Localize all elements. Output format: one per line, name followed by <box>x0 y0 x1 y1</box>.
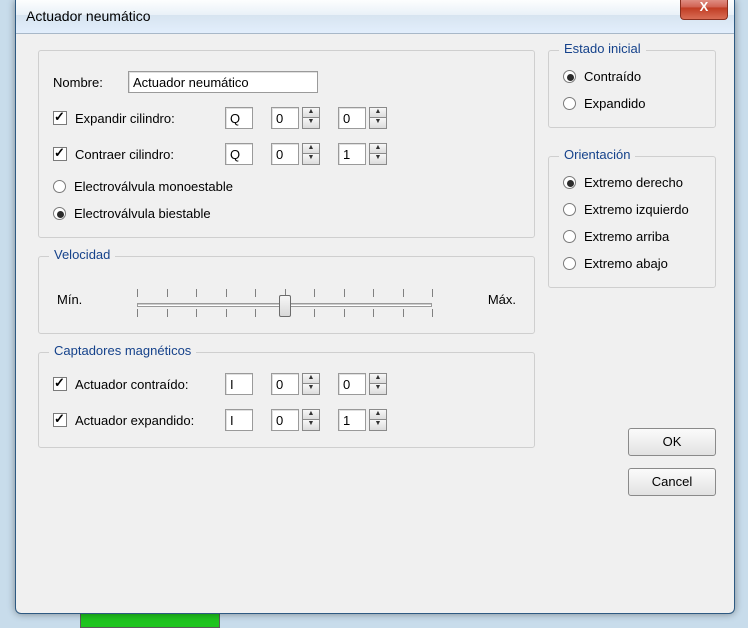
slider-thumb[interactable] <box>279 295 291 317</box>
valve-bi-label: Electroválvula biestable <box>74 206 211 221</box>
slider-tick-bottom <box>255 309 256 317</box>
cap-expandido-v1-down[interactable]: ▼ <box>302 420 320 431</box>
cap-contraido-label: Actuador contraído: <box>75 377 225 392</box>
cap-expandido-v2-up[interactable]: ▲ <box>369 409 387 420</box>
cap-contraido-letter-input[interactable] <box>225 373 253 395</box>
velocity-legend: Velocidad <box>49 247 115 262</box>
cap-contraido-v1-input[interactable] <box>271 373 299 395</box>
close-icon: X <box>700 0 709 14</box>
cap-contraido-v1-up[interactable]: ▲ <box>302 373 320 384</box>
slider-tick-bottom <box>314 309 315 317</box>
slider-tick-top <box>373 289 374 297</box>
valve-bi-radio[interactable] <box>53 207 66 220</box>
expand-v2-up[interactable]: ▲ <box>369 107 387 118</box>
name-label: Nombre: <box>53 75 128 90</box>
cap-expandido-letter-input[interactable] <box>225 409 253 431</box>
slider-tick-top <box>403 289 404 297</box>
cap-contraido-v2-down[interactable]: ▼ <box>369 384 387 395</box>
slider-tick-top <box>167 289 168 297</box>
contract-v1-down[interactable]: ▼ <box>302 154 320 165</box>
captadores-group: Captadores magnéticos Actuador contraído… <box>38 352 535 448</box>
estado-legend: Estado inicial <box>559 41 646 56</box>
expand-v1-input[interactable] <box>271 107 299 129</box>
slider-tick-bottom <box>167 309 168 317</box>
orient-derecho-radio[interactable] <box>563 176 576 189</box>
slider-tick-top <box>137 289 138 297</box>
cap-contraido-checkbox[interactable] <box>53 377 67 391</box>
contract-label: Contraer cilindro: <box>75 147 225 162</box>
valve-mono-radio[interactable] <box>53 180 66 193</box>
ok-button[interactable]: OK <box>628 428 716 456</box>
contract-v2-input[interactable] <box>338 143 366 165</box>
orient-izquierdo-radio[interactable] <box>563 203 576 216</box>
contract-v2-up[interactable]: ▲ <box>369 143 387 154</box>
orientacion-legend: Orientación <box>559 147 635 162</box>
slider-tick-bottom <box>432 309 433 317</box>
cap-expandido-v2-down[interactable]: ▼ <box>369 420 387 431</box>
cap-contraido-v2-up[interactable]: ▲ <box>369 373 387 384</box>
titlebar[interactable]: Actuador neumático X <box>16 0 734 34</box>
contract-v2-down[interactable]: ▼ <box>369 154 387 165</box>
orientacion-group: Orientación Extremo derecho Extremo izqu… <box>548 156 716 288</box>
orient-izquierdo-label: Extremo izquierdo <box>584 202 689 217</box>
cap-expandido-checkbox[interactable] <box>53 413 67 427</box>
background-hint <box>80 612 220 628</box>
cap-contraido-v1-down[interactable]: ▼ <box>302 384 320 395</box>
dialog-window: Actuador neumático X Nombre: Expandir ci… <box>15 0 735 614</box>
velocity-slider[interactable] <box>137 281 432 317</box>
cap-expandido-label: Actuador expandido: <box>75 413 225 428</box>
expand-v1-down[interactable]: ▼ <box>302 118 320 129</box>
expand-label: Expandir cilindro: <box>75 111 225 126</box>
slider-tick-top <box>314 289 315 297</box>
close-button[interactable]: X <box>680 0 728 20</box>
cap-expandido-v2-input[interactable] <box>338 409 366 431</box>
valve-mono-label: Electroválvula monoestable <box>74 179 233 194</box>
contract-v1-input[interactable] <box>271 143 299 165</box>
cap-contraido-v2-input[interactable] <box>338 373 366 395</box>
slider-tick-bottom <box>226 309 227 317</box>
captadores-legend: Captadores magnéticos <box>49 343 196 358</box>
slider-tick-bottom <box>403 309 404 317</box>
slider-tick-bottom <box>344 309 345 317</box>
estado-contraido-radio[interactable] <box>563 70 576 83</box>
estado-contraido-label: Contraído <box>584 69 641 84</box>
slider-tick-top <box>255 289 256 297</box>
velocity-max-label: Máx. <box>474 292 516 307</box>
slider-tick-bottom <box>137 309 138 317</box>
expand-v2-down[interactable]: ▼ <box>369 118 387 129</box>
orient-derecho-label: Extremo derecho <box>584 175 683 190</box>
properties-group: Nombre: Expandir cilindro: ▲ ▼ <box>38 50 535 238</box>
estado-expandido-label: Expandido <box>584 96 645 111</box>
velocity-min-label: Mín. <box>57 292 95 307</box>
orient-abajo-label: Extremo abajo <box>584 256 668 271</box>
cap-expandido-v1-input[interactable] <box>271 409 299 431</box>
estado-expandido-radio[interactable] <box>563 97 576 110</box>
cancel-button[interactable]: Cancel <box>628 468 716 496</box>
slider-tick-top <box>432 289 433 297</box>
orient-arriba-radio[interactable] <box>563 230 576 243</box>
contract-v1-up[interactable]: ▲ <box>302 143 320 154</box>
cap-expandido-v1-up[interactable]: ▲ <box>302 409 320 420</box>
expand-v1-up[interactable]: ▲ <box>302 107 320 118</box>
expand-checkbox[interactable] <box>53 111 67 125</box>
slider-tick-top <box>344 289 345 297</box>
slider-tick-bottom <box>373 309 374 317</box>
estado-group: Estado inicial Contraído Expandido <box>548 50 716 128</box>
expand-letter-input[interactable] <box>225 107 253 129</box>
slider-tick-top <box>196 289 197 297</box>
orient-arriba-label: Extremo arriba <box>584 229 669 244</box>
contract-checkbox[interactable] <box>53 147 67 161</box>
window-title: Actuador neumático <box>26 8 151 24</box>
slider-tick-top <box>226 289 227 297</box>
expand-v2-input[interactable] <box>338 107 366 129</box>
orient-abajo-radio[interactable] <box>563 257 576 270</box>
contract-letter-input[interactable] <box>225 143 253 165</box>
velocity-group: Velocidad Mín. Máx. <box>38 256 535 334</box>
name-input[interactable] <box>128 71 318 93</box>
slider-tick-bottom <box>196 309 197 317</box>
